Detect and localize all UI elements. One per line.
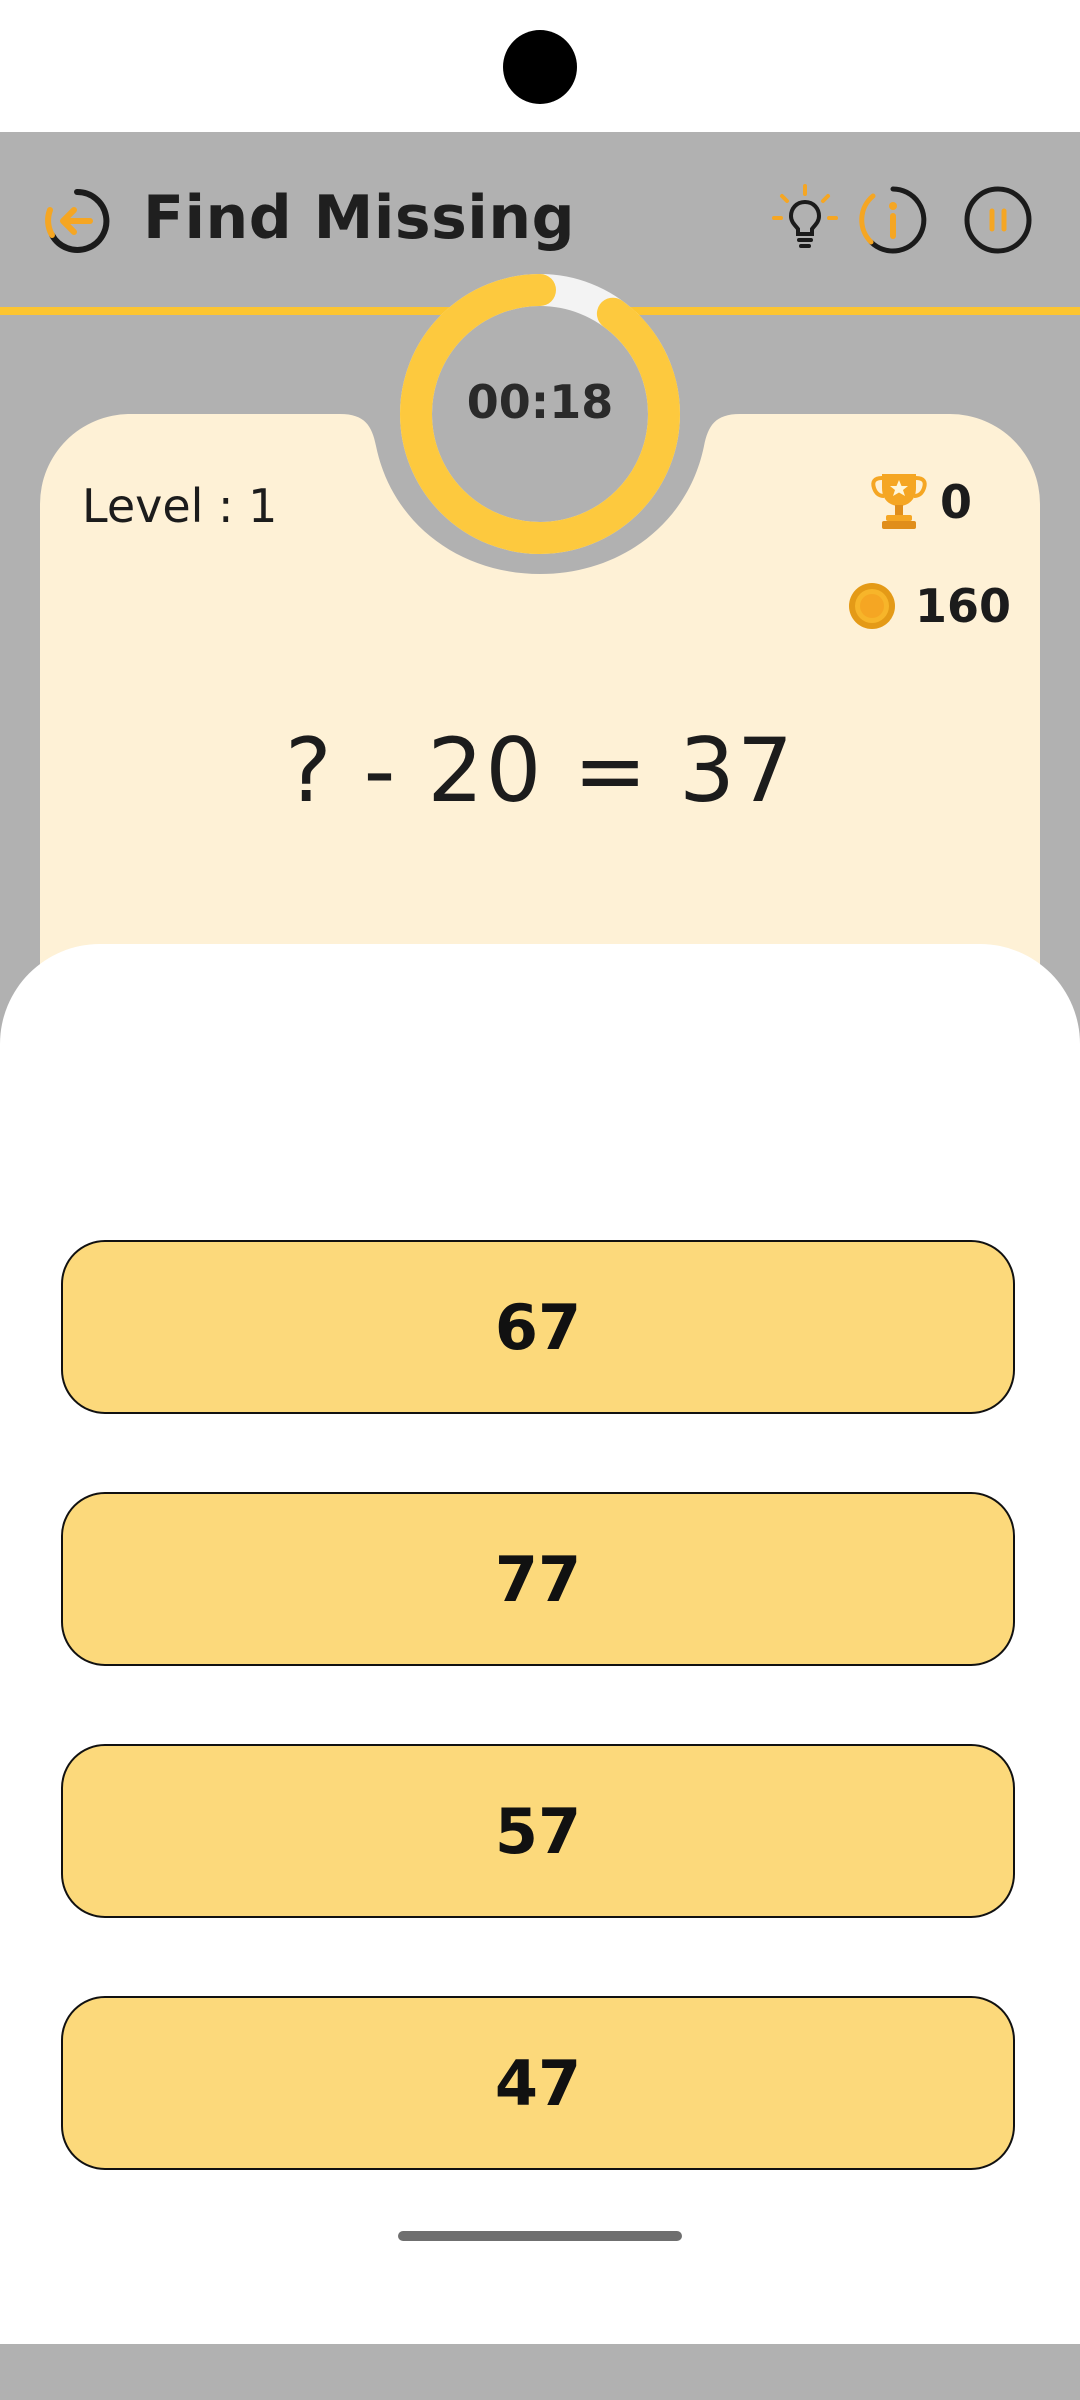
front-camera: [503, 30, 577, 104]
pause-button[interactable]: [962, 184, 1034, 256]
pause-icon: [964, 186, 1032, 254]
level-label: Level : 1: [82, 479, 278, 533]
answer-option-4[interactable]: 47: [61, 1996, 1015, 2170]
equation-text: ? - 20 = 37: [284, 719, 796, 822]
hint-button[interactable]: [772, 184, 838, 254]
page-title: Find Missing: [143, 183, 576, 253]
info-icon: [859, 186, 927, 254]
trophy-count: 0: [940, 475, 973, 529]
status-bar: [0, 0, 1080, 132]
coin-count: 160: [915, 579, 1012, 633]
info-button[interactable]: [857, 184, 929, 256]
back-button[interactable]: [42, 186, 112, 256]
home-indicator[interactable]: [398, 2231, 682, 2241]
lightbulb-icon: [772, 184, 838, 248]
answer-option-1[interactable]: 67: [61, 1240, 1015, 1414]
back-arrow-icon: [45, 188, 110, 253]
answer-sheet: 67 77 57 47: [0, 944, 1080, 2344]
timer-text: 00:18: [466, 375, 614, 429]
trophy-icon: [871, 474, 927, 529]
coin-icon: [849, 583, 895, 629]
answer-option-3[interactable]: 57: [61, 1744, 1015, 1918]
answer-option-2[interactable]: 77: [61, 1492, 1015, 1666]
